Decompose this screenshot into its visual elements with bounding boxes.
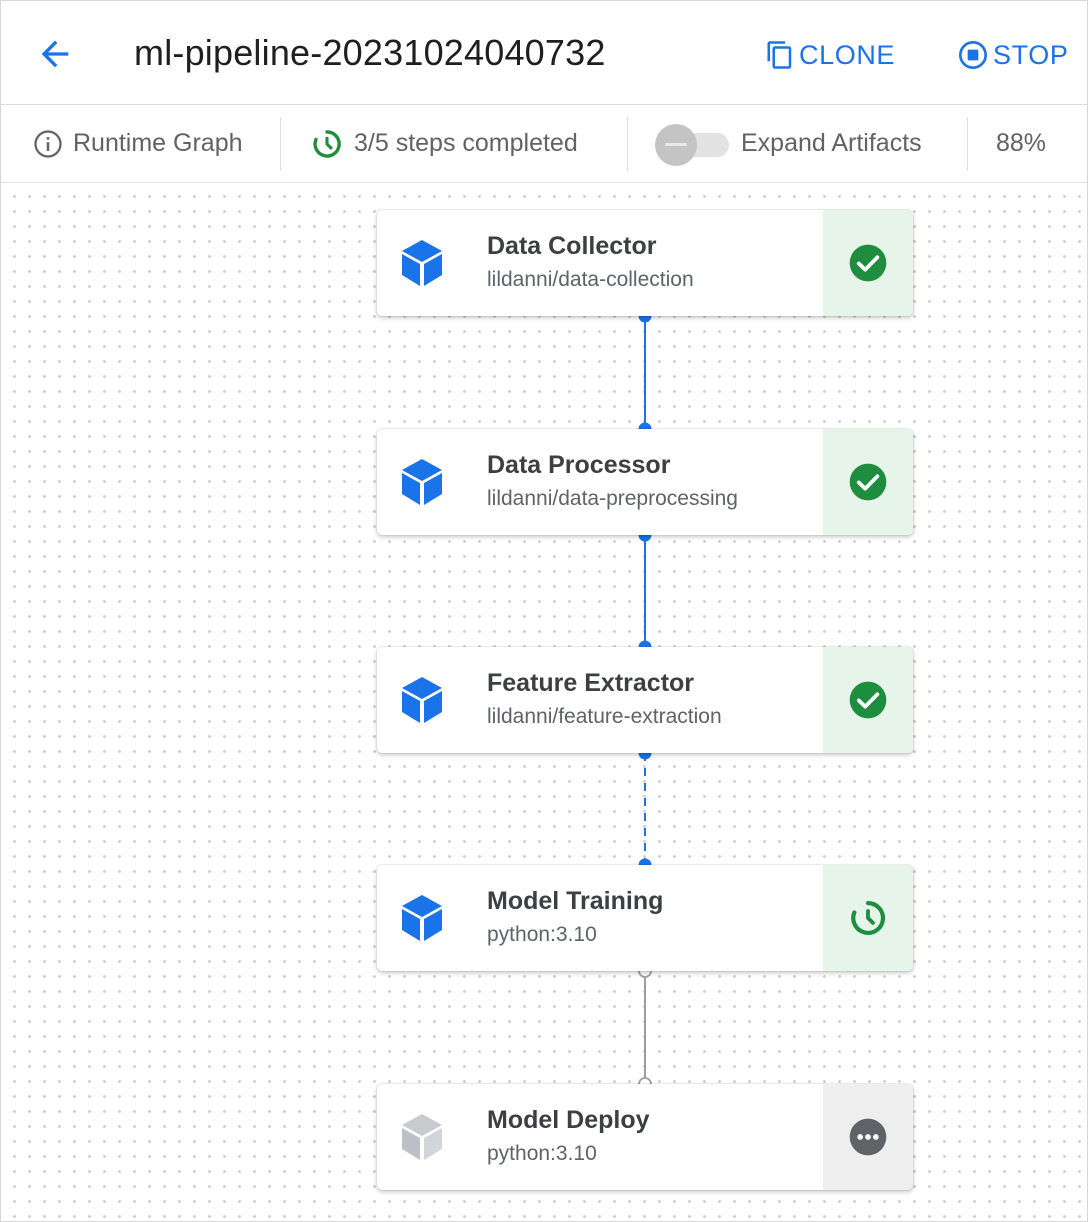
more-horizontal-icon <box>849 1118 887 1156</box>
node-name: Data Collector <box>487 232 657 260</box>
check-circle-icon <box>849 244 887 282</box>
runtime-graph-label: Runtime Graph <box>73 129 243 157</box>
progress-circle-icon <box>310 127 344 161</box>
stop-button[interactable]: STOP <box>957 35 1068 75</box>
node-image: python:3.10 <box>487 1142 597 1165</box>
pipeline-node-model-deploy[interactable]: Model Deploy python:3.10 <box>377 1084 913 1190</box>
back-button[interactable] <box>31 31 79 77</box>
node-status-succeeded <box>823 429 913 535</box>
toolbar-divider <box>967 117 968 171</box>
node-name: Model Training <box>487 887 664 915</box>
node-name: Feature Extractor <box>487 669 695 697</box>
clone-button[interactable]: CLONE <box>765 35 895 75</box>
steps-status-group: 3/5 steps completed <box>310 105 578 182</box>
toggle-switch[interactable] <box>655 123 731 166</box>
cube-icon <box>402 1114 442 1160</box>
pipeline-node-feature-extractor[interactable]: Feature Extractor lildanni/feature-extra… <box>377 647 913 753</box>
cube-icon <box>402 895 442 941</box>
toggle-thumb <box>655 123 697 166</box>
node-image: lildanni/data-collection <box>487 268 694 291</box>
graph-canvas[interactable]: Data Collector lildanni/data-collection … <box>1 183 1087 1221</box>
stop-button-label: STOP <box>993 39 1069 70</box>
node-image: lildanni/data-preprocessing <box>487 487 738 510</box>
toolbar-divider <box>627 117 628 171</box>
node-name: Model Deploy <box>487 1106 650 1134</box>
pipeline-run-view: ml-pipeline-20231024040732 CLONE STOP Ru… <box>0 0 1088 1222</box>
check-circle-icon <box>849 463 887 501</box>
node-status-pending <box>823 1084 913 1190</box>
graph-toolbar: Runtime Graph 3/5 steps completed Expand… <box>1 105 1087 183</box>
pipeline-node-model-training[interactable]: Model Training python:3.10 <box>377 865 913 971</box>
node-status-succeeded <box>823 647 913 753</box>
check-circle-icon <box>849 681 887 719</box>
edge-extractor-training <box>638 746 652 872</box>
node-image: lildanni/feature-extraction <box>487 705 722 728</box>
node-image: python:3.10 <box>487 923 597 946</box>
node-status-succeeded <box>823 210 913 316</box>
edge-collector-processor <box>638 309 652 436</box>
expand-artifacts-toggle[interactable]: Expand Artifacts <box>655 105 922 182</box>
page-title: ml-pipeline-20231024040732 <box>134 32 606 73</box>
node-status-running <box>823 865 913 971</box>
cube-icon <box>402 459 442 505</box>
stop-circle-icon <box>957 39 989 71</box>
pipeline-node-data-processor[interactable]: Data Processor lildanni/data-preprocessi… <box>377 429 913 535</box>
toolbar-divider <box>280 117 281 171</box>
header-bar: ml-pipeline-20231024040732 CLONE STOP <box>1 1 1087 105</box>
runtime-graph-label-group: Runtime Graph <box>33 105 243 182</box>
edge-processor-extractor <box>638 528 652 654</box>
cube-icon <box>402 677 442 723</box>
node-name: Data Processor <box>487 451 671 479</box>
copy-icon <box>765 40 795 70</box>
info-icon <box>33 129 63 159</box>
pipeline-node-data-collector[interactable]: Data Collector lildanni/data-collection <box>377 210 913 316</box>
steps-status-text: 3/5 steps completed <box>354 129 578 157</box>
cube-icon <box>402 240 442 286</box>
edge-training-deploy <box>638 964 652 1091</box>
clone-button-label: CLONE <box>799 39 896 70</box>
arrow-back-icon <box>41 40 69 68</box>
refresh-running-icon <box>851 901 886 935</box>
expand-artifacts-label: Expand Artifacts <box>741 129 922 157</box>
zoom-level[interactable]: 88% <box>996 105 1046 182</box>
